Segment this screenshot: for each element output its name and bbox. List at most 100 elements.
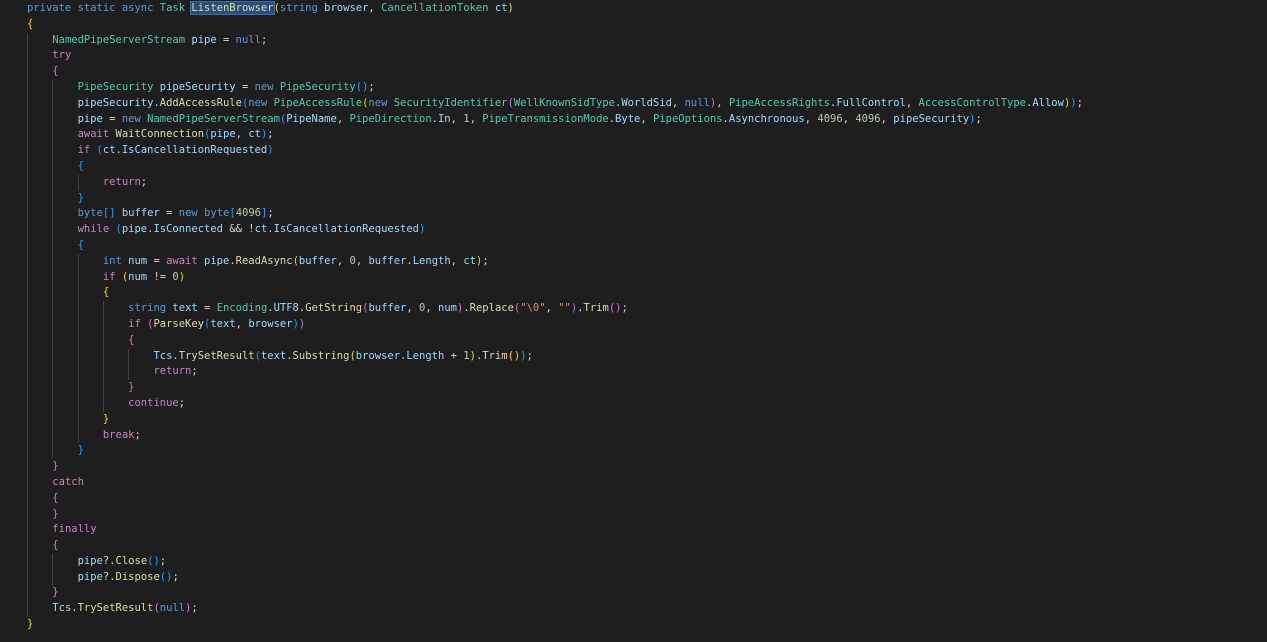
code-line[interactable]: Tcs.TrySetResult(text.Substring(browser.… [27,349,1083,365]
code-token: CancellationToken [381,2,495,14]
code-token: TrySetResult [77,602,154,615]
code-token: pipe [121,223,148,236]
code-token: , [716,96,729,109]
code-line[interactable]: if (ct.IsCancellationRequested) [27,143,1083,159]
code-token: { [52,65,59,78]
code-line[interactable]: { [27,285,1083,301]
code-token: while [77,223,116,236]
code-token: ct [494,2,508,14]
code-line[interactable]: Tcs.TrySetResult(null); [27,601,1083,617]
code-token: = [197,302,217,315]
code-token: GetString [305,302,363,315]
code-text[interactable]: private static async Task ListenBrowser (… [27,1,1083,633]
code-token: buffer [298,254,337,267]
code-token: 4096 [235,207,261,220]
code-token: In [437,112,451,125]
code-token: ; [140,175,148,188]
code-token: () [608,302,622,315]
code-token: break [102,428,135,441]
code-line[interactable]: { [27,538,1083,554]
code-token: IsCancellationRequested [273,223,420,236]
code-token: PipeSecurity [77,80,160,93]
code-token: byte [204,207,230,220]
code-line[interactable]: await WaitConnection(pipe, ct); [27,127,1083,143]
code-token: PipeName [286,112,337,125]
indent-guide [102,301,104,412]
code-line[interactable]: pipe?.Close(); [27,554,1083,570]
code-token: continue [128,396,179,409]
code-token: pipe [77,554,103,567]
code-line[interactable]: } [27,507,1083,523]
code-line[interactable]: } [27,191,1083,207]
code-line[interactable]: pipe = new NamedPipeServerStream(PipeNam… [27,112,1083,128]
code-line[interactable]: { [27,491,1083,507]
code-line[interactable]: finally [27,522,1083,538]
code-editor[interactable]: private static async Task ListenBrowser (… [0,0,1267,642]
code-line[interactable]: pipe?.Dispose(); [27,570,1083,586]
code-line[interactable]: try [27,48,1083,64]
code-token: , [450,112,464,125]
code-token: ; [621,302,628,315]
code-token: ct [248,128,261,141]
code-line[interactable]: { [27,238,1083,254]
code-token: ; [975,112,982,125]
code-token: Replace [469,302,514,315]
code-line[interactable]: byte[] buffer = new byte[4096]; [27,206,1083,222]
code-token: ) [178,270,186,283]
code-token: if [128,317,148,330]
code-line[interactable]: break; [27,428,1083,444]
code-token: } [52,460,59,473]
code-token: , [469,112,483,125]
code-line[interactable]: private static async Task ListenBrowser(… [27,1,1083,17]
code-token: NamedPipeServerStream [52,33,192,46]
code-token: } [27,618,34,631]
code-line[interactable]: catch [27,475,1083,491]
code-token: TrySetResult [178,349,255,362]
code-line[interactable]: int num = await pipe.ReadAsync(buffer, 0… [27,254,1083,270]
code-token: , [355,254,369,267]
code-token: await [77,128,116,141]
code-token: { [77,238,84,251]
code-line[interactable]: return; [27,175,1083,191]
code-token: ct [254,223,268,236]
code-token: null [235,33,261,46]
code-line[interactable]: } [27,412,1083,428]
code-token: () [507,349,521,362]
code-token: ) [507,2,514,14]
code-token: + [444,349,464,362]
code-line[interactable]: } [27,459,1083,475]
code-line[interactable]: NamedPipeServerStream pipe = null; [27,33,1083,49]
code-token: WellKnownSidType [513,96,615,109]
code-line[interactable]: { [27,333,1083,349]
code-line[interactable]: { [27,17,1083,33]
code-line[interactable]: } [27,585,1083,601]
code-token: browser [324,2,369,14]
code-token: , [880,112,894,125]
code-line[interactable]: } [27,443,1083,459]
code-token: null [684,96,710,109]
code-line[interactable]: string text = Encoding.UTF8.GetString(bu… [27,301,1083,317]
code-line[interactable]: } [27,617,1083,633]
code-line[interactable]: { [27,159,1083,175]
code-line[interactable]: } [27,380,1083,396]
code-token: ; [482,254,489,267]
code-token: () [159,570,173,583]
code-line[interactable]: { [27,64,1083,80]
code-line[interactable]: pipeSecurity.AddAccessRule(new PipeAcces… [27,96,1083,112]
code-token: SecurityIdentifier [393,96,508,109]
code-line[interactable]: return; [27,364,1083,380]
code-line[interactable]: if (ParseKey(text, browser)) [27,317,1083,333]
code-line[interactable]: PipeSecurity pipeSecurity = new PipeSecu… [27,80,1083,96]
code-token: { [52,491,59,504]
code-line[interactable]: continue; [27,396,1083,412]
code-line[interactable]: if (num != 0) [27,270,1083,286]
code-line[interactable]: while (pipe.IsConnected && !ct.IsCancell… [27,222,1083,238]
code-token: finally [52,523,97,536]
